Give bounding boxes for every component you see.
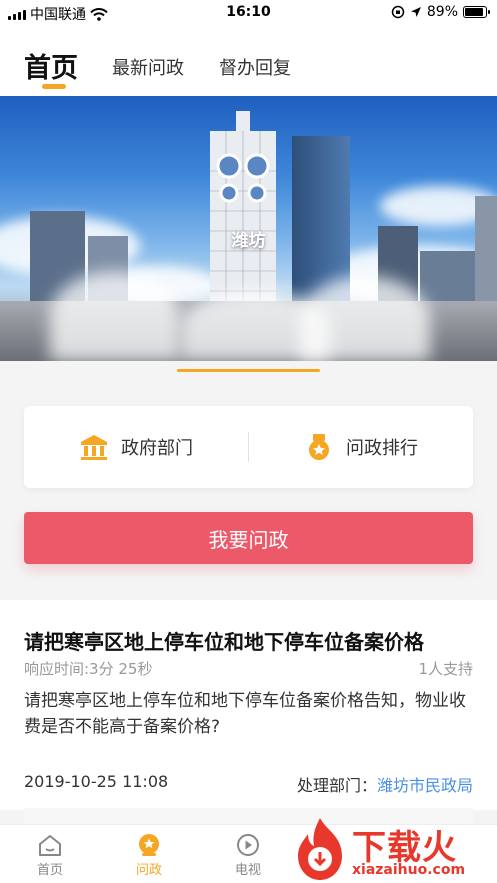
bottom-tab-ask-label: 问政 [135, 863, 162, 878]
department-label: 处理部门： [296, 776, 377, 795]
tab-home[interactable]: 首页 [24, 46, 78, 85]
top-tab-bar: 首页 最新问政 督办回复 [0, 26, 497, 96]
tab-supervision-replies[interactable]: 督办回复 [219, 54, 291, 80]
banner-caption: 潍坊 [231, 231, 266, 251]
bottom-tab-home-label: 首页 [36, 863, 63, 878]
response-time: 响应时间:3分 25秒 [24, 660, 153, 678]
orientation-lock-icon [391, 5, 405, 19]
monument-tower [210, 111, 276, 321]
government-departments-label: 政府部门 [121, 438, 193, 459]
question-ranking-link[interactable]: 问政排行 [249, 432, 473, 462]
question-title: 请把寒亭区地上停车位和地下停车位备案价格 [24, 630, 424, 654]
supporters-count: 1人支持 [418, 660, 473, 678]
question-meta: 响应时间:3分 25秒 1人支持 [24, 658, 473, 679]
question-body: 请把寒亭区地上停车位和地下停车位备案价格告知，物业收费是否不能高于备案价格? [24, 691, 466, 737]
medal-icon [309, 434, 329, 460]
battery-icon [463, 6, 490, 18]
government-building-icon [81, 435, 107, 460]
carousel-indicator [177, 369, 320, 372]
status-bar: 中国联通 16:10 89% [0, 0, 497, 26]
ask-question-button[interactable]: 我要问政 [24, 512, 473, 564]
question-footer: 2019-10-25 11:08 处理部门：潍坊市民政局 [24, 772, 473, 796]
bottom-tab-tv[interactable]: 电视 [218, 833, 278, 878]
active-tab-indicator [42, 84, 66, 89]
government-departments-link[interactable]: 政府部门 [24, 432, 248, 462]
location-icon [410, 7, 421, 17]
app-screen: 中国联通 16:10 89% 首页 最新问政 督办回复 潍坊 政府部门 问政排行… [0, 0, 497, 883]
department-link[interactable]: 潍坊市民政局 [377, 776, 473, 795]
battery-percent: 89% [426, 4, 458, 20]
bottom-tab-home[interactable]: 首页 [20, 833, 80, 878]
handling-department: 处理部门：潍坊市民政局 [297, 772, 473, 796]
fire-logo-icon [298, 818, 342, 880]
bottom-tab-ask[interactable]: 问政 [119, 833, 179, 878]
question-ranking-label: 问政排行 [346, 438, 418, 459]
tab-latest-questions[interactable]: 最新问政 [112, 54, 184, 80]
question-card[interactable]: 请把寒亭区地上停车位和地下停车位备案价格 响应时间:3分 25秒 1人支持 请把… [0, 600, 497, 810]
ask-icon [139, 834, 159, 856]
watermark-url: xiazaihuo.com [352, 862, 466, 878]
play-icon [237, 834, 259, 856]
watermark: 下载火 xiazaihuo.com [290, 814, 497, 883]
question-date: 2019-10-25 11:08 [24, 772, 169, 791]
quick-links-card: 政府部门 问政排行 [24, 406, 473, 488]
banner-carousel[interactable]: 潍坊 [0, 96, 497, 361]
home-icon [39, 835, 61, 856]
bottom-tab-tv-label: 电视 [234, 863, 261, 878]
